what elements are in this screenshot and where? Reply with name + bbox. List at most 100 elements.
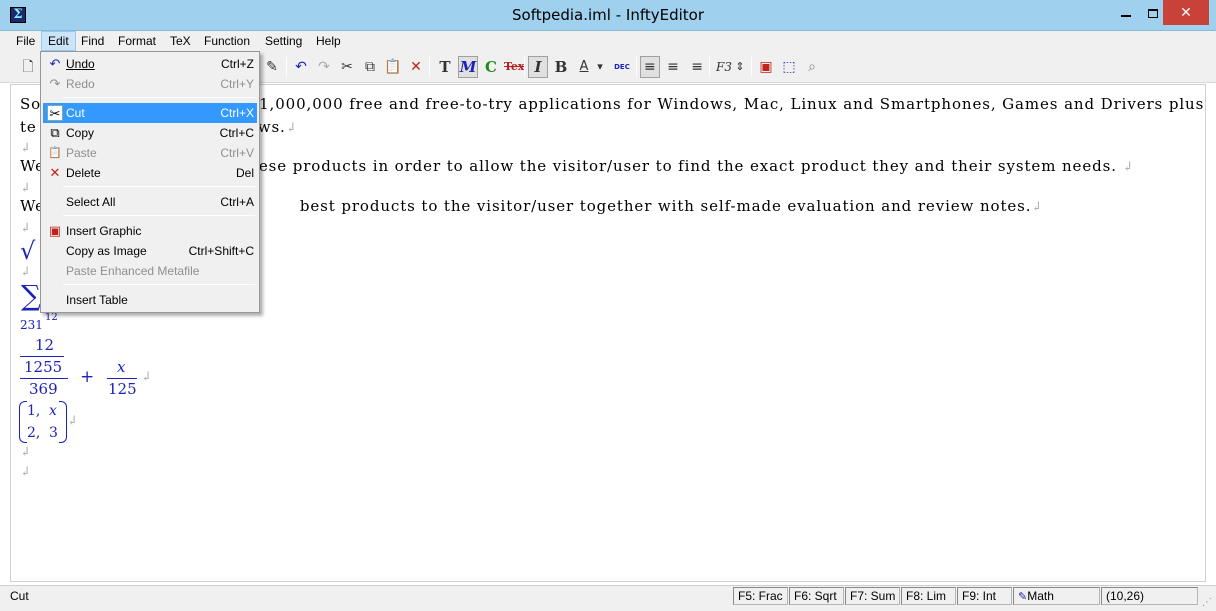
- menu-item-paste[interactable]: 📋 Paste Ctrl+V: [43, 143, 257, 163]
- delete-icon[interactable]: ✕: [406, 56, 426, 78]
- new-file-icon[interactable]: 🗋: [18, 56, 38, 78]
- paragraph-mark: ↲: [20, 141, 32, 156]
- text-line-start: So: [20, 95, 42, 113]
- menu-item-shortcut: Ctrl+Y: [220, 77, 254, 91]
- italic-icon[interactable]: I: [528, 56, 548, 78]
- text-line-rest: ese products in order to allow the visit…: [258, 157, 1117, 175]
- status-f6-sqrt: F6: Sqrt: [789, 587, 844, 605]
- toolbar-separator: [429, 57, 430, 77]
- menu-find[interactable]: Find: [75, 31, 110, 51]
- paste-icon[interactable]: 📋: [383, 56, 403, 78]
- paragraph-mark: ↲: [20, 445, 32, 460]
- redo-icon[interactable]: ↷: [314, 56, 334, 78]
- copy-image-icon[interactable]: ⬚: [779, 56, 799, 78]
- menu-item-shortcut: Ctrl+X: [220, 106, 254, 120]
- menu-separator: [63, 215, 255, 216]
- maximize-icon: [1147, 8, 1158, 18]
- menu-item-delete[interactable]: ✕ Delete Del: [43, 163, 257, 183]
- font-color-icon[interactable]: A: [574, 56, 594, 78]
- copy-icon: ⧉: [50, 125, 60, 140]
- menu-setting[interactable]: Setting: [259, 31, 308, 51]
- maximize-button[interactable]: [1139, 0, 1166, 25]
- insert-graphic-icon[interactable]: ▣: [756, 56, 776, 78]
- align-center-icon[interactable]: ≡: [663, 56, 683, 78]
- paragraph-mark: ↲: [20, 221, 32, 236]
- menu-item-insert-graphic[interactable]: ▣ Insert Graphic: [43, 221, 257, 241]
- menu-help[interactable]: Help: [310, 31, 347, 51]
- sum-lower-limit: 231: [20, 318, 43, 332]
- spin-icon[interactable]: ⇕: [734, 56, 746, 78]
- math-mode-icon[interactable]: M: [458, 56, 478, 78]
- zoom-icon[interactable]: ⌕: [802, 56, 822, 78]
- toolbar-separator: [709, 57, 710, 77]
- menu-file[interactable]: File: [10, 31, 41, 51]
- menu-item-label: Insert Graphic: [66, 224, 142, 238]
- text-mode-icon[interactable]: T: [435, 56, 455, 78]
- fraction2-denominator: 125: [108, 380, 137, 398]
- copy-icon[interactable]: ⧉: [360, 56, 380, 78]
- menu-item-select-all[interactable]: Select All Ctrl+A: [43, 192, 257, 212]
- text-line-start: te: [20, 118, 37, 136]
- cut-icon: ✂: [47, 105, 63, 121]
- minimize-button[interactable]: [1112, 0, 1139, 25]
- menu-item-shortcut: Ctrl+V: [220, 146, 254, 160]
- fraction2-bar: [107, 378, 137, 379]
- menu-separator: [63, 97, 255, 98]
- resize-grip-icon[interactable]: ⋰: [1202, 597, 1214, 609]
- align-left-icon[interactable]: ≡: [640, 56, 660, 78]
- status-mode-label: Math: [1027, 589, 1054, 603]
- dec-icon[interactable]: DEC: [611, 56, 633, 78]
- menu-format[interactable]: Format: [112, 31, 162, 51]
- edit-graphic-icon[interactable]: ✎: [262, 56, 282, 78]
- paste-icon: 📋: [48, 147, 62, 159]
- text-line-rest: ws.: [257, 118, 286, 136]
- status-f5-frac: F5: Frac: [733, 587, 788, 605]
- paragraph-mark: ↲: [285, 121, 298, 136]
- fraction-main-bar: [20, 378, 68, 379]
- menu-bar: File Edit Find Format TeX Function Setti…: [0, 31, 1216, 51]
- chemistry-mode-icon[interactable]: C: [481, 56, 501, 78]
- paragraph-mark: ↲: [20, 181, 32, 196]
- fraction2-numerator: x: [117, 358, 126, 376]
- menu-item-insert-table[interactable]: Insert Table: [43, 290, 257, 310]
- window-title: Softpedia.iml - InftyEditor: [512, 6, 704, 24]
- minimize-icon: [1120, 15, 1131, 18]
- cut-icon[interactable]: ✂: [337, 56, 357, 78]
- text-line-rest: 1,000,000 free and free-to-try applicati…: [259, 95, 1205, 113]
- menu-item-undo[interactable]: ↶ Undo Ctrl+Z: [43, 54, 257, 74]
- menu-item-copy[interactable]: ⧉ Copy Ctrl+C: [43, 123, 257, 143]
- menu-item-shortcut: Ctrl+Z: [221, 57, 254, 71]
- menu-item-paste-enhanced-metafile[interactable]: Paste Enhanced Metafile: [43, 261, 257, 281]
- menu-tex[interactable]: TeX: [164, 31, 197, 51]
- align-right-icon[interactable]: ≡: [686, 56, 706, 78]
- menu-item-redo[interactable]: ↷ Redo Ctrl+Y: [43, 74, 257, 94]
- menu-item-copy-as-image[interactable]: Copy as Image Ctrl+Shift+C: [43, 241, 257, 261]
- font-color-dropdown-icon[interactable]: ▾: [594, 56, 606, 78]
- function-key-icon[interactable]: F3: [715, 56, 733, 78]
- matrix-left-paren: [19, 401, 27, 443]
- menu-item-label: Select All: [66, 195, 116, 209]
- menu-edit[interactable]: Edit: [41, 31, 76, 51]
- close-button[interactable]: ✕: [1163, 0, 1209, 25]
- menu-item-cut[interactable]: ✂ Cut Ctrl+X: [43, 103, 257, 123]
- insert-graphic-icon: ▣: [48, 223, 62, 238]
- plus-sign: +: [80, 367, 95, 387]
- status-mode: ✎Math: [1013, 587, 1100, 605]
- tex-mode-icon[interactable]: Tex: [504, 56, 524, 78]
- text-line-rest: best products to the visitor/user togeth…: [299, 197, 1032, 215]
- paragraph-mark: ↲: [67, 414, 79, 429]
- menu-item-label: Copy: [66, 126, 95, 140]
- sum-symbol: ∑: [21, 279, 41, 312]
- menu-item-label: Redo: [66, 77, 95, 91]
- undo-icon[interactable]: ↶: [291, 56, 311, 78]
- bold-icon[interactable]: B: [551, 56, 571, 78]
- title-bar: Σ Softpedia.iml - InftyEditor ✕: [0, 0, 1216, 31]
- sqrt-symbol: √: [20, 237, 36, 265]
- menu-function[interactable]: Function: [198, 31, 256, 51]
- matrix-right-paren: [59, 401, 67, 443]
- menu-separator: [63, 284, 255, 285]
- status-message: Cut: [10, 589, 29, 603]
- fraction-inner-denominator: 1255: [24, 358, 63, 376]
- menu-item-shortcut: Ctrl+A: [220, 195, 254, 209]
- menu-item-label: Cut: [66, 106, 85, 120]
